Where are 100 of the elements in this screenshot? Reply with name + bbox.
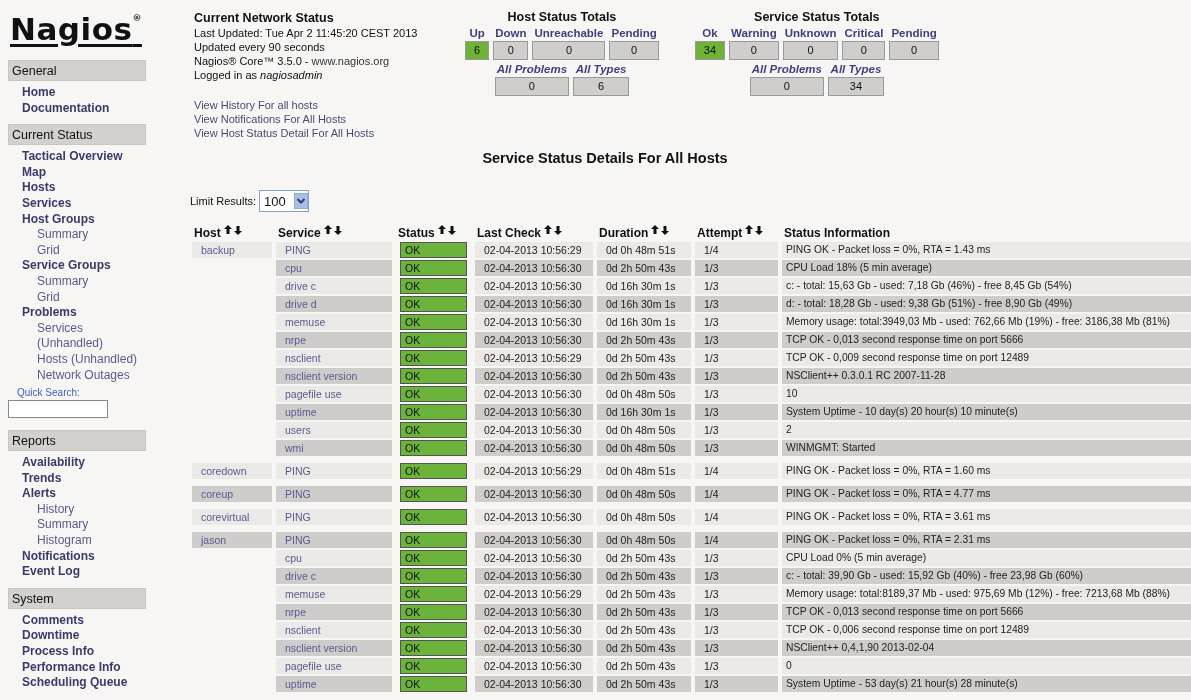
sidebar-link[interactable]: Hosts [22,180,56,196]
status-info-cell: PING OK - Packet loss = 0%, RTA = 2.31 ms [782,532,1191,548]
sidebar-section-header: Reports [8,430,146,452]
status-count: 0 [609,41,659,60]
sidebar-sublink[interactable]: History [37,501,75,518]
status-count-link[interactable]: Up [465,27,490,39]
sidebar-link[interactable]: Availability [22,455,85,471]
service-link[interactable]: cpu [285,262,302,274]
status-count-link[interactable]: Down [493,27,529,39]
last-check-cell: 02-04-2013 10:56:30 [475,332,593,348]
sidebar-sublink[interactable]: Network Outages [37,367,130,384]
sidebar-sublink[interactable]: Summary [37,273,89,290]
service-link[interactable]: PING [285,465,311,477]
sidebar-link[interactable]: Service Groups [22,258,111,274]
sidebar-link[interactable]: Documentation [22,100,110,117]
sort-arrows-icon[interactable] [651,224,670,235]
last-check-cell: 02-04-2013 10:56:29 [475,463,593,479]
summary-link[interactable]: All Types [573,63,630,75]
status-count-link[interactable]: Unknown [782,27,839,39]
summary-link[interactable]: All Problems [749,63,824,75]
logged-in-text: Logged in as nagiosadmin [194,68,323,82]
status-count-link[interactable]: Critical [842,27,886,39]
sidebar-sublink[interactable]: Histogram [37,533,92,549]
sort-arrows-icon[interactable] [544,224,563,235]
limit-select[interactable]: 100 [259,190,309,212]
service-link[interactable]: cpu [285,552,302,564]
service-link[interactable]: PING [285,511,311,523]
last-check-cell: 02-04-2013 10:56:29 [475,242,593,258]
dropdown-caret-icon[interactable] [293,193,308,209]
status-count-link[interactable]: Pending [609,27,659,39]
sidebar-link[interactable]: Trends [22,470,62,487]
section-title: Current Network Status [194,10,334,26]
status-info-cell: c: - total: 39,90 Gb - used: 15,92 Gb (40%) - free 23,98 Gb (60%) [782,568,1191,584]
service-link[interactable]: PING [285,244,311,256]
service-link[interactable]: nrpe [285,334,306,346]
duration-cell: 0d 0h 48m 50s [597,509,691,525]
attempt-cell: 1/3 [695,332,778,348]
last-check-cell: 02-04-2013 10:56:30 [475,386,593,402]
website-link[interactable]: www.nagios.org [311,55,390,67]
service-link[interactable]: nrpe [285,606,306,618]
sort-arrows-icon[interactable] [323,224,342,235]
attempt-cell: 1/3 [695,440,778,456]
sidebar-sublink[interactable]: Grid [37,242,60,259]
status-count-link[interactable]: Warning [729,27,779,39]
nagios-logo[interactable]: Nagios$^{®}$ [10,12,142,46]
view-link[interactable]: View History For all hosts [194,98,318,112]
status-info-cell: PING OK - Packet loss = 0%, RTA = 4.77 ms [782,486,1191,502]
sidebar-link[interactable]: Alerts [22,486,56,502]
sidebar-link[interactable]: Scheduling Queue [22,675,128,691]
sidebar-sublink[interactable]: Services (Unhandled) [37,320,150,352]
status-count: 6 [465,41,490,60]
sidebar-link[interactable]: Performance Info [22,659,121,676]
status-count-link[interactable]: Ok [694,27,726,39]
sidebar-link[interactable]: Downtime [22,628,80,645]
service-link[interactable]: users [285,424,311,436]
sidebar-link[interactable]: Process Info [22,644,95,660]
sidebar-sublink[interactable]: Summary [37,227,89,243]
sidebar-link[interactable]: Tactical Overview [22,149,123,165]
status-info-cell: System Uptime - 53 day(s) 21 hour(s) 28 minute(s) [782,676,1191,692]
service-link[interactable]: PING [285,534,311,546]
sidebar-link[interactable]: Comments [22,612,84,629]
duration-cell: 0d 2h 50m 43s [597,586,691,602]
duration-cell: 0d 2h 50m 43s [597,550,691,566]
attempt-cell: 1/4 [695,532,778,548]
sidebar-link[interactable]: Home [22,85,56,101]
attempt-cell: 1/3 [695,404,778,420]
column-header: Host [194,225,221,240]
status-info-cell: 10 [782,386,1191,402]
sort-arrows-icon[interactable] [437,224,456,235]
service-link[interactable]: PING [285,488,311,500]
sidebar-sublink[interactable]: Summary [37,517,89,534]
sidebar-link[interactable]: Services [22,195,72,212]
sidebar-link[interactable]: Host Groups [22,211,95,228]
status-badge: OK [400,278,467,294]
sidebar-link[interactable]: Problems [22,305,77,321]
service-link[interactable]: wmi [285,442,304,454]
view-link[interactable]: View Notifications For All Hosts [194,112,347,126]
quick-search-field[interactable] [8,400,108,419]
sidebar-sublink[interactable]: Grid [37,289,60,306]
status-count-link[interactable]: Unreachable [532,27,606,39]
view-link[interactable]: View Host Status Detail For All Hosts [194,126,375,140]
summary-count: 34 [827,77,884,96]
sort-arrows-icon[interactable] [745,224,764,235]
last-check-cell: 02-04-2013 10:56:30 [475,260,593,276]
last-check-cell: 02-04-2013 10:56:30 [475,658,593,674]
attempt-cell: 1/4 [695,242,778,258]
sidebar-link[interactable]: Map [22,164,46,181]
duration-cell: 0d 2h 50m 43s [597,658,691,674]
status-count-link[interactable]: Pending [889,27,939,39]
status-info-cell: NSClient++ 0,4,1,90 2013-02-04 [782,640,1191,656]
sidebar-sublink[interactable]: Hosts (Unhandled) [37,351,138,368]
attempt-cell: 1/4 [695,463,778,479]
summary-link[interactable]: All Types [827,63,884,75]
sidebar-link[interactable]: Event Log [22,564,80,580]
status-info-cell: c: - total: 15,63 Gb - used: 7,18 Gb (46%) - free 8,45 Gb (54%) [782,278,1191,294]
summary-link[interactable]: All Problems [494,63,570,75]
status-info-cell: PING OK - Packet loss = 0%, RTA = 1.43 ms [782,242,1191,258]
sidebar-link[interactable]: Notifications [22,548,95,565]
sort-arrows-icon[interactable] [223,224,242,235]
status-text: Last Updated: Tue Apr 2 11:45:20 CEST 2013 [194,26,418,40]
